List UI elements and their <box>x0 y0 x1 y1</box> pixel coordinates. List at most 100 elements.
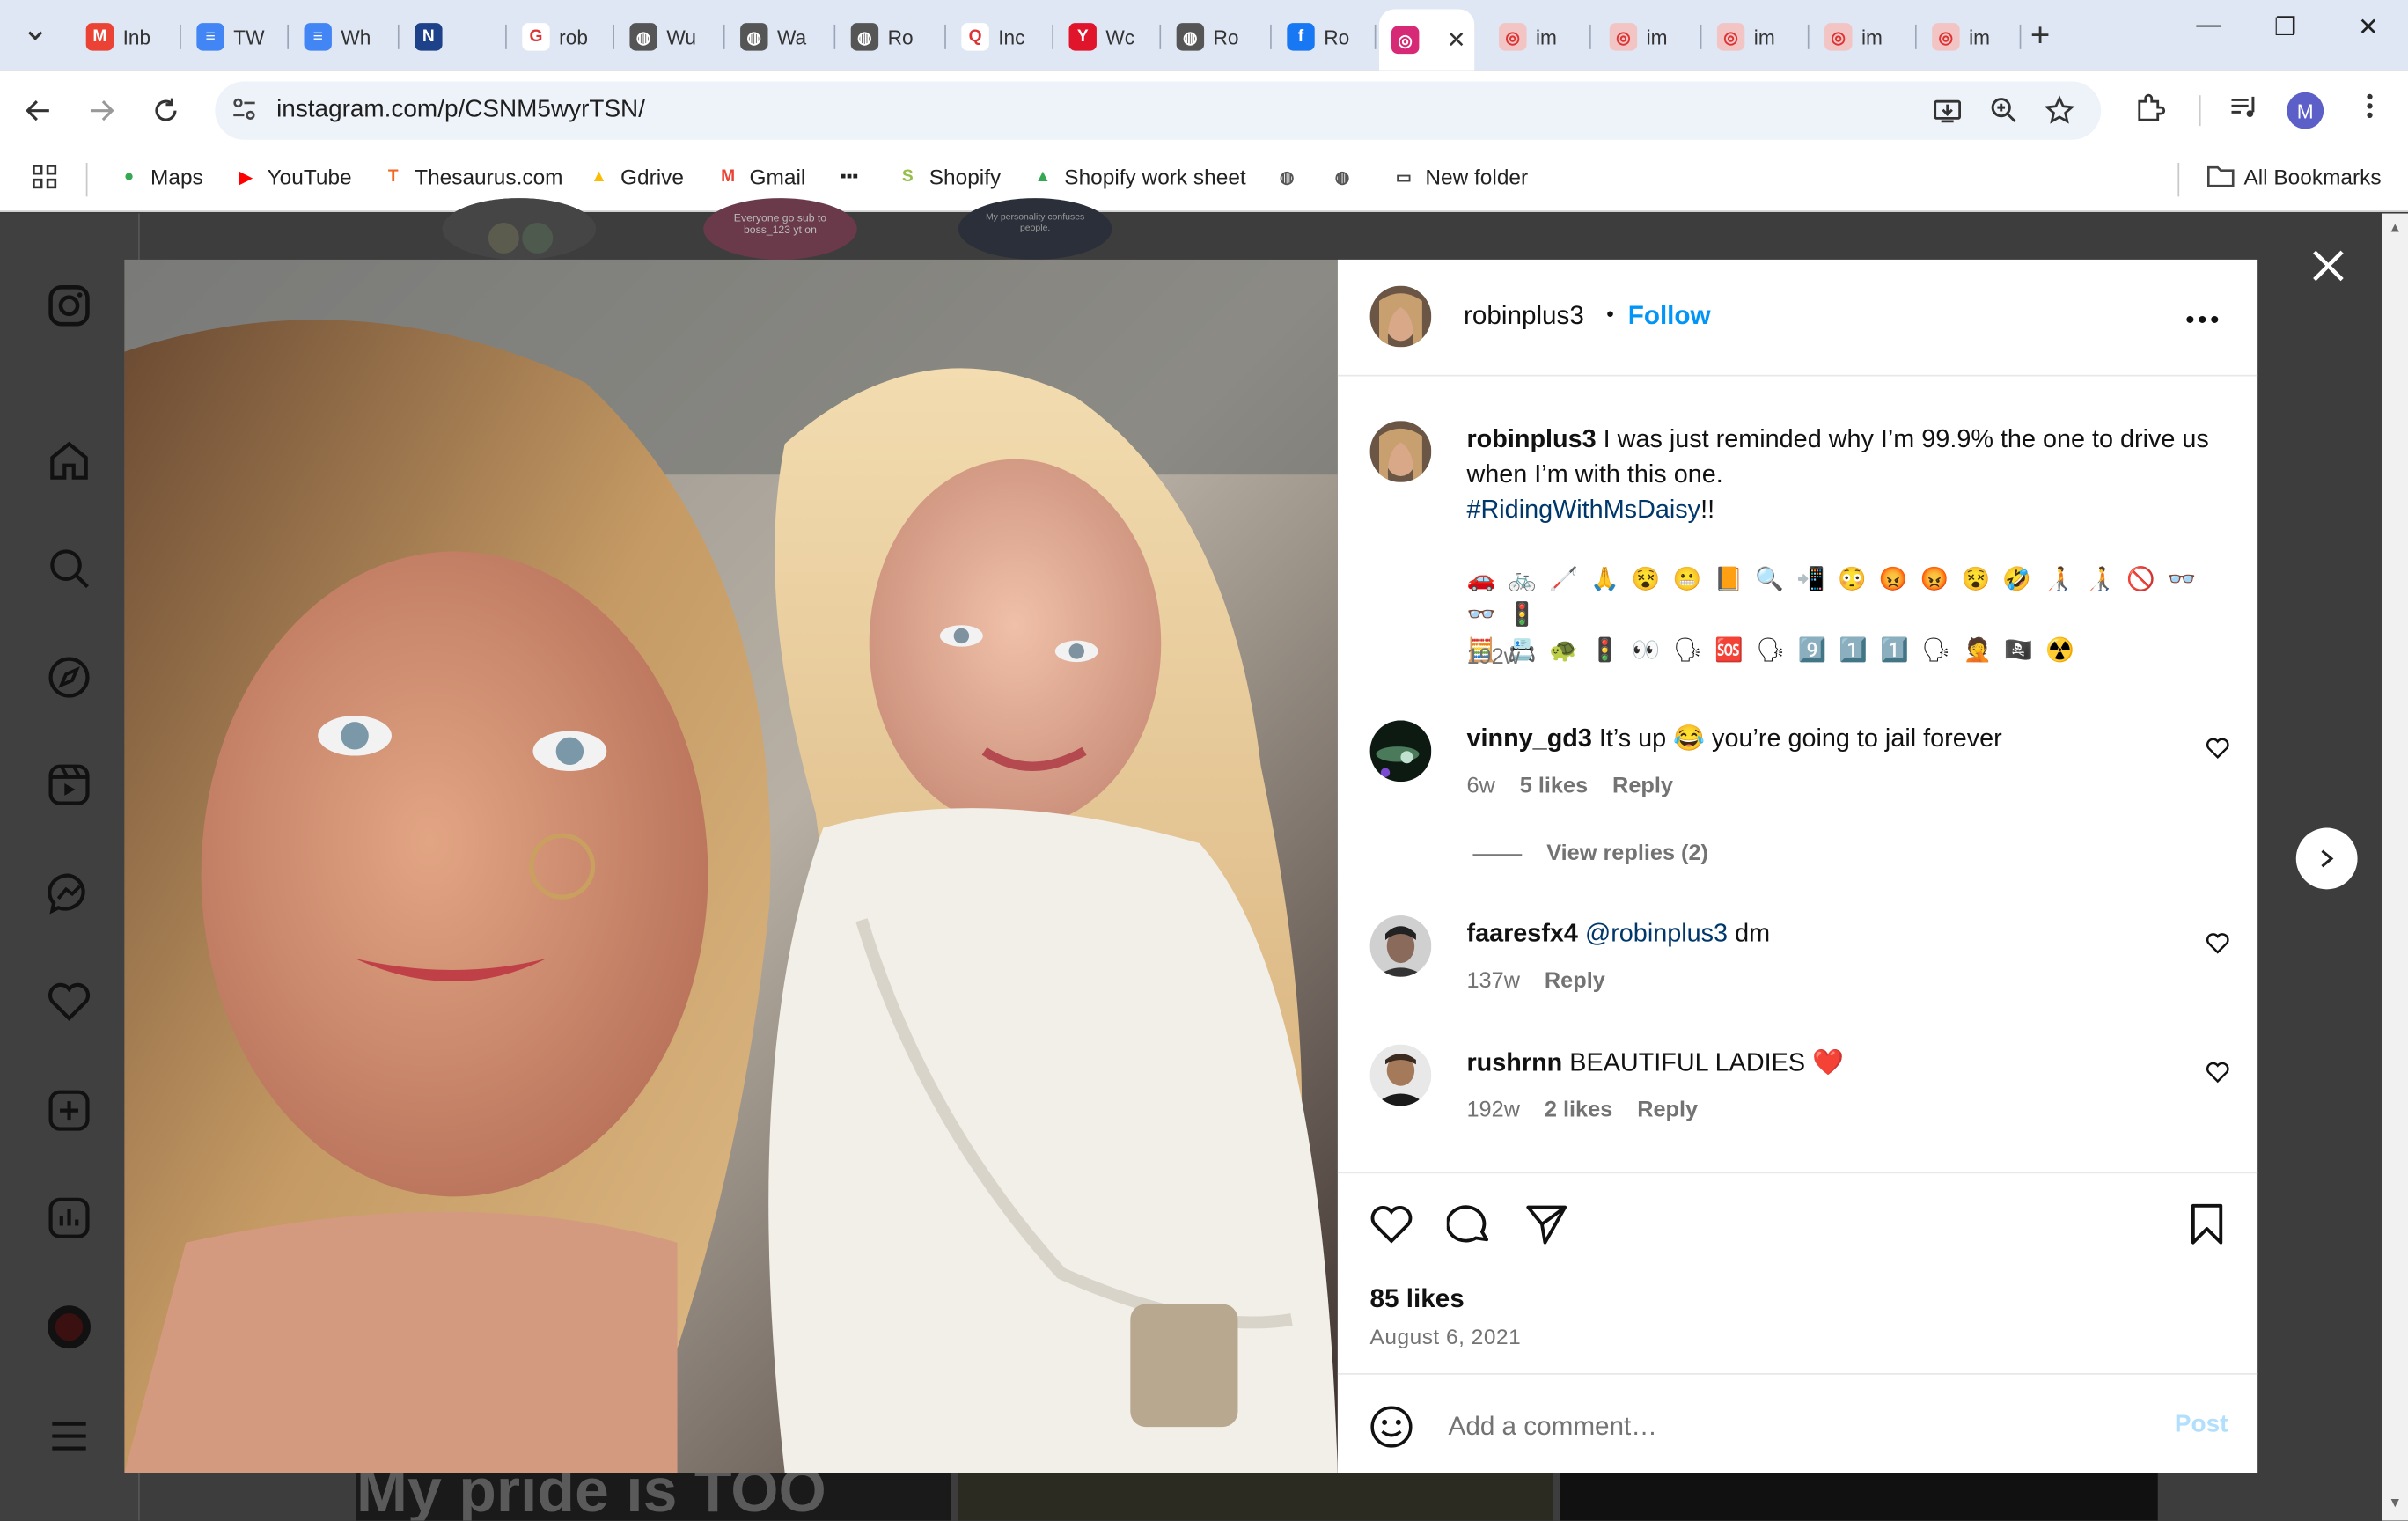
reply-button[interactable]: Reply <box>1612 774 1673 798</box>
profile-avatar-icon[interactable] <box>43 1301 95 1353</box>
follow-button[interactable]: Follow <box>1628 301 1711 332</box>
browser-tab[interactable]: ◎ im <box>1705 12 1810 62</box>
minimize-button[interactable]: — <box>2177 12 2239 40</box>
notifications-heart-icon[interactable] <box>43 975 95 1027</box>
browser-tab[interactable]: ≡ Wh <box>292 12 400 62</box>
apps-icon[interactable] <box>31 163 58 190</box>
dashboard-icon[interactable] <box>43 1192 95 1244</box>
instagram-logo-icon[interactable] <box>43 280 95 332</box>
install-app-icon[interactable] <box>1932 95 1963 134</box>
media-controls-icon[interactable] <box>2227 91 2260 132</box>
commenter-avatar[interactable] <box>1369 720 1432 783</box>
restore-button[interactable]: ❐ <box>2255 12 2316 43</box>
bookmark-item[interactable]: ▭ New folder <box>1391 165 1528 189</box>
forward-button[interactable] <box>81 91 121 130</box>
reels-icon[interactable] <box>43 759 95 811</box>
browser-tab[interactable]: ◎ im <box>1812 12 1917 62</box>
browser-tab[interactable]: ◎ im <box>1487 12 1591 62</box>
address-bar[interactable]: instagram.com/p/CSNM5wyrTSN/ <box>215 81 2102 140</box>
bookmark-item[interactable]: ▲ Gdrive <box>587 165 684 189</box>
tab-search-button[interactable] <box>12 12 58 58</box>
browser-tab[interactable]: ◎ ✕ <box>1379 9 1475 71</box>
comment-username[interactable]: faaresfx4 <box>1466 920 1577 947</box>
extensions-icon[interactable] <box>2133 91 2167 132</box>
search-icon[interactable] <box>43 542 95 594</box>
comment-like-heart-icon[interactable] <box>2206 930 2230 955</box>
browser-tab[interactable]: ◍ Wu <box>617 12 725 62</box>
hashtag-link[interactable]: #RidingWithMsDaisy <box>1466 496 1700 524</box>
browser-tab[interactable]: Q Inc <box>949 12 1054 62</box>
browser-tab[interactable]: f Ro <box>1274 12 1377 62</box>
browser-tab[interactable]: ◍ Wa <box>728 12 836 62</box>
next-post-button[interactable] <box>2295 827 2358 890</box>
explore-icon[interactable] <box>43 651 95 703</box>
bookmark-item[interactable]: ◍ <box>1330 165 1354 189</box>
comment-username[interactable]: vinny_gd3 <box>1466 725 1591 753</box>
bookmark-item[interactable]: ▲ Shopify work sheet <box>1031 165 1245 189</box>
story-thumbnail[interactable]: My personality confuses people. <box>958 198 1112 260</box>
reply-button[interactable]: Reply <box>1545 969 1605 994</box>
close-modal-button[interactable] <box>2307 247 2350 290</box>
browser-tab[interactable]: M Inb <box>74 12 181 62</box>
likes-count[interactable]: 85 likes <box>1370 1284 1465 1315</box>
bookmark-item[interactable]: ▶ YouTube <box>233 165 352 189</box>
browser-tab[interactable]: Y Wc <box>1057 12 1162 62</box>
reload-button[interactable] <box>146 91 186 130</box>
mention-link[interactable]: @robinplus3 <box>1585 920 1728 947</box>
commenter-avatar[interactable] <box>1369 915 1432 977</box>
zoom-icon[interactable] <box>1989 95 2020 134</box>
tab-close-icon[interactable]: ✕ <box>1447 26 1466 54</box>
close-window-button[interactable]: ✕ <box>2338 12 2399 43</box>
share-send-icon[interactable] <box>1523 1201 1569 1247</box>
bookmark-item[interactable]: ● Maps <box>117 165 203 189</box>
author-avatar[interactable] <box>1369 285 1432 348</box>
bookmark-item[interactable]: M Gmail <box>716 165 805 189</box>
comment-likes[interactable]: 5 likes <box>1520 774 1588 798</box>
bookmark-item[interactable]: ◍ <box>1274 165 1299 189</box>
story-thumbnail[interactable] <box>442 198 597 260</box>
caption-time[interactable]: 192w <box>1466 645 1520 670</box>
create-icon[interactable] <box>43 1084 95 1136</box>
new-tab-button[interactable]: + <box>2030 15 2050 55</box>
view-replies-button[interactable]: View replies (2) <box>1472 841 1708 866</box>
all-bookmarks[interactable]: All Bookmarks <box>2207 165 2382 189</box>
page-scrollbar[interactable]: ▲ ▼ <box>2382 213 2408 1521</box>
reply-button[interactable]: Reply <box>1637 1098 1698 1123</box>
commenter-avatar[interactable] <box>1369 1044 1432 1106</box>
author-username[interactable]: robinplus3 <box>1464 301 1584 332</box>
like-heart-icon[interactable] <box>1369 1201 1414 1247</box>
bookmark-item[interactable]: T Thesaurus.com <box>381 165 563 189</box>
url-text[interactable]: instagram.com/p/CSNM5wyrTSN/ <box>276 97 645 124</box>
menu-icon[interactable] <box>43 1410 95 1462</box>
browser-tab[interactable]: ◍ Ro <box>839 12 946 62</box>
add-comment-input[interactable]: Add a comment… <box>1449 1412 1657 1443</box>
post-photo[interactable] <box>124 259 1338 1473</box>
comment-bubble-icon[interactable] <box>1446 1201 1493 1247</box>
more-options-icon[interactable] <box>2185 293 2219 333</box>
caption-avatar[interactable] <box>1369 421 1432 482</box>
caption-username[interactable]: robinplus3 <box>1466 425 1596 452</box>
site-settings-icon[interactable] <box>231 95 258 129</box>
comment-time[interactable]: 192w <box>1466 1098 1520 1123</box>
scroll-down-arrow[interactable]: ▼ <box>2388 1495 2402 1510</box>
home-icon[interactable] <box>43 435 95 487</box>
browser-tab[interactable]: ◎ im <box>1920 12 2022 62</box>
browser-tab[interactable]: ≡ TW <box>184 12 290 62</box>
comment-like-heart-icon[interactable] <box>2206 1060 2230 1084</box>
comment-time[interactable]: 137w <box>1466 969 1520 994</box>
save-bookmark-icon[interactable] <box>2184 1201 2229 1247</box>
bookmark-item[interactable]: ▪▪▪ <box>837 165 862 189</box>
scroll-up-arrow[interactable]: ▲ <box>2388 220 2402 235</box>
story-thumbnail[interactable]: Everyone go sub to boss_123 yt on <box>703 198 857 260</box>
back-button[interactable] <box>18 91 58 130</box>
browser-tab[interactable]: ◍ Ro <box>1164 12 1272 62</box>
comment-time[interactable]: 6w <box>1466 774 1494 798</box>
bookmark-star-icon[interactable] <box>2044 95 2075 134</box>
messenger-icon[interactable] <box>43 868 95 920</box>
comment-like-heart-icon[interactable] <box>2206 736 2230 760</box>
comment-username[interactable]: rushrnn <box>1466 1049 1562 1076</box>
profile-avatar[interactable]: M <box>2287 92 2324 129</box>
browser-tab[interactable]: Grob <box>510 12 614 62</box>
post-comment-button[interactable]: Post <box>2175 1412 2228 1439</box>
emoji-picker-icon[interactable] <box>1369 1404 1414 1450</box>
